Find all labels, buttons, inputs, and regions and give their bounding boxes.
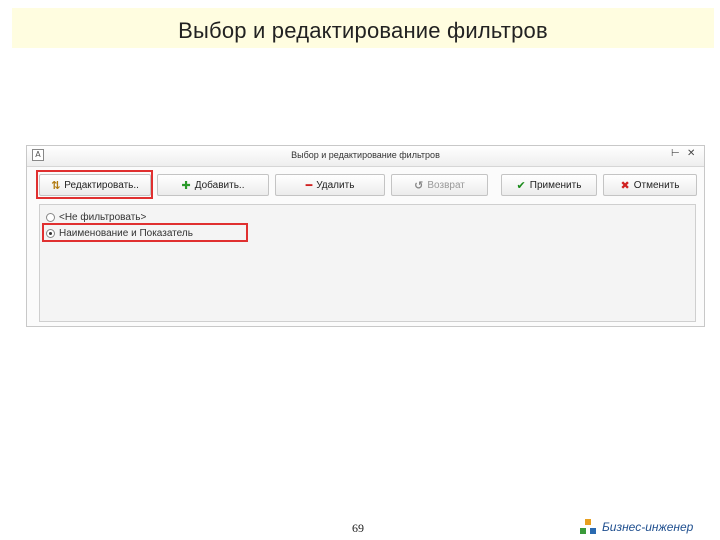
cancel-button[interactable]: ✖ Отменить [603,174,697,196]
radio-button-selected[interactable] [46,228,55,238]
edit-button-label: Редактировать.. [64,179,139,191]
logo-icon [580,519,596,535]
add-button-label: Добавить.. [194,179,245,191]
delete-button[interactable]: ━ Удалить [275,174,385,196]
apply-button[interactable]: ✔ Применить [501,174,597,196]
add-button[interactable]: ✚ Добавить.. [157,174,269,196]
window-titlebar: A Выбор и редактирование фильтров ⊢ ✕ [27,146,704,167]
x-icon: ✖ [620,178,630,192]
undo-icon: ↺ [414,178,424,192]
apply-button-label: Применить [529,179,582,191]
minus-icon: ━ [305,178,313,192]
cancel-button-label: Отменить [633,179,680,191]
brand-logo: Бизнес-инженер [580,519,693,535]
slide-title: Выбор и редактирование фильтров [178,18,548,43]
plus-icon: ✚ [181,178,191,192]
slide-title-bar: Выбор и редактирование фильтров [12,8,714,48]
pin-icon[interactable]: ⊢ [671,148,680,159]
filter-list: <Не фильтровать> Наименование и Показате… [39,204,696,322]
brand-name: Бизнес-инженер [602,520,694,534]
delete-button-label: Удалить [316,179,355,191]
toolbar: ⇅ Редактировать.. ✚ Добавить.. ━ Удалить… [27,167,704,201]
edit-button[interactable]: ⇅ Редактировать.. [39,174,151,196]
filter-option-name-indicator[interactable]: Наименование и Показатель [46,226,193,240]
filter-option-label: Наименование и Показатель [59,227,193,239]
radio-button[interactable] [46,212,55,222]
edit-icon: ⇅ [51,178,61,192]
window-title: Выбор и редактирование фильтров [291,150,440,160]
back-button[interactable]: ↺ Возврат [391,174,488,196]
filter-option-none[interactable]: <Не фильтровать> [46,210,146,224]
filter-window: A Выбор и редактирование фильтров ⊢ ✕ ⇅ … [26,145,705,327]
check-icon: ✔ [516,178,526,192]
close-icon[interactable]: ✕ [687,148,695,159]
back-button-label: Возврат [427,179,465,191]
filter-option-label: <Не фильтровать> [59,211,147,223]
page-number: 69 [352,521,364,535]
